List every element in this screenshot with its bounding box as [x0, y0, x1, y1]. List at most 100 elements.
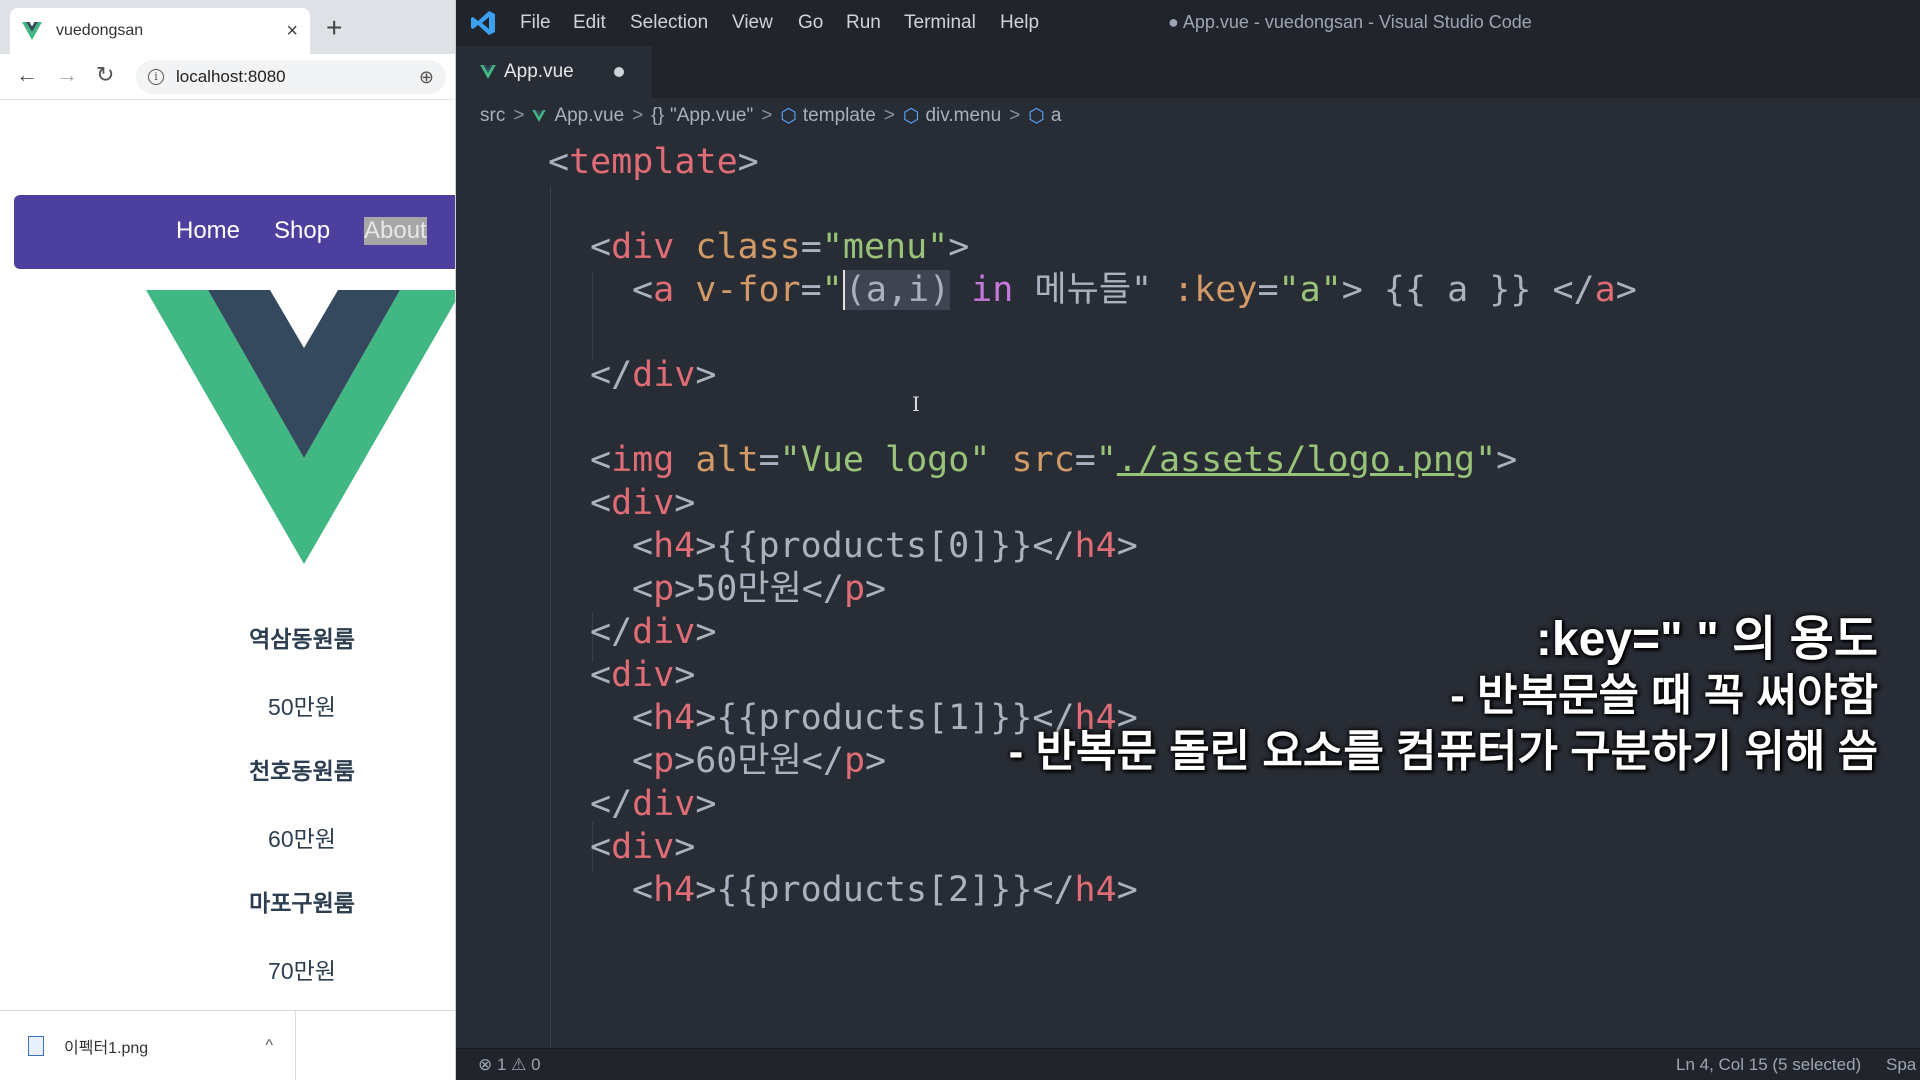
code-token: h4: [653, 698, 696, 738]
menu-terminal[interactable]: Terminal: [904, 12, 976, 34]
breadcrumb: src > App.vue > {} "App.vue" > ⬡ templat…: [480, 102, 1061, 130]
code-token: v-for: [695, 270, 801, 310]
code-token: <: [590, 827, 612, 867]
code-token: </: [1032, 870, 1075, 910]
problems-indicator[interactable]: ⊗ 1 ⚠ 0: [478, 1055, 541, 1075]
code-token: <: [632, 741, 654, 781]
breadcrumb-div-menu[interactable]: div.menu: [925, 105, 1001, 127]
code-token: h4: [653, 870, 696, 910]
breadcrumb-script[interactable]: "App.vue": [670, 105, 753, 127]
caption-line: - 반복문쓸 때 꼭 써야함: [1450, 671, 1878, 720]
code-token: ": [1095, 440, 1117, 480]
editor-tab-bar: App.vue: [456, 46, 1920, 98]
code-token: a: [653, 270, 675, 310]
code-token: >: [1116, 526, 1138, 566]
breadcrumb-separator-icon: >: [632, 105, 644, 126]
vue-file-icon: [480, 65, 496, 79]
menu-link-shop[interactable]: Shop: [274, 217, 330, 245]
code-token: </: [801, 741, 844, 781]
window-title: ● App.vue - vuedongsan - Visual Studio C…: [1168, 12, 1532, 32]
browser-tab[interactable]: vuedongsan ×: [10, 8, 310, 54]
breadcrumb-separator-icon: >: [883, 105, 895, 126]
code-token: =: [800, 227, 822, 267]
code-token: {{products[2]}}: [716, 870, 1033, 910]
address-url[interactable]: localhost:8080: [176, 67, 419, 87]
vscode-window: File Edit Selection View Go Run Terminal…: [456, 0, 1920, 1080]
code-editor[interactable]: <template> <div class="menu"> <a v-for="…: [456, 136, 1920, 1048]
breadcrumb-file[interactable]: App.vue: [554, 105, 624, 127]
title-bar: File Edit Selection View Go Run Terminal…: [456, 0, 1920, 46]
code-token: =: [1257, 270, 1279, 310]
code-token: src: [990, 440, 1075, 480]
code-token: >: [674, 569, 696, 609]
product-price: 60만원: [268, 826, 336, 852]
reload-icon[interactable]: ↻: [96, 64, 114, 86]
code-token: </: [1552, 270, 1595, 310]
editor-tab-app-vue[interactable]: App.vue: [456, 46, 652, 98]
code-link[interactable]: ./assets/logo.png: [1117, 440, 1475, 480]
code-line[interactable]: <img alt="Vue logo" src="./assets/logo.p…: [590, 434, 1517, 486]
zoom-icon[interactable]: ⊕: [419, 67, 434, 88]
vue-favicon-icon: [22, 22, 42, 40]
unsaved-dot-icon[interactable]: [614, 67, 624, 77]
breadcrumb-template[interactable]: template: [803, 105, 876, 127]
code-token: <: [632, 526, 654, 566]
breadcrumb-separator-icon: >: [1009, 105, 1021, 126]
code-token: class: [695, 227, 801, 267]
back-arrow-icon[interactable]: ←: [16, 64, 38, 86]
site-info-icon[interactable]: i: [148, 69, 164, 85]
editor-tab-label: App.vue: [504, 61, 574, 82]
forward-arrow-icon[interactable]: →: [56, 64, 78, 86]
code-token: <: [590, 655, 612, 695]
code-token: <: [590, 483, 612, 523]
code-token: >: [695, 526, 717, 566]
indentation-indicator[interactable]: Spa: [1886, 1055, 1916, 1075]
status-bar: ⊗ 1 ⚠ 0 Ln 4, Col 15 (5 selected) Spa: [456, 1048, 1920, 1080]
menu-link-about[interactable]: About: [364, 217, 427, 245]
code-token: h4: [1074, 870, 1117, 910]
menu-view[interactable]: View: [732, 12, 773, 34]
code-token: p: [843, 569, 866, 609]
menu-edit[interactable]: Edit: [573, 12, 606, 34]
menu-help[interactable]: Help: [1000, 12, 1039, 34]
address-bar[interactable]: i localhost:8080 ⊕: [136, 60, 446, 94]
cursor-position[interactable]: Ln 4, Col 15 (5 selected): [1676, 1055, 1861, 1075]
code-token: {{products[1]}}: [716, 698, 1033, 738]
code-line-current[interactable]: <a v-for="(a,i) in 메뉴들" :key="a"> {{ a }…: [632, 264, 1637, 316]
code-token: </: [590, 784, 633, 824]
code-token: div: [611, 655, 675, 695]
code-token: >: [695, 612, 717, 652]
code-token: 50만원: [695, 569, 802, 609]
menu-selection[interactable]: Selection: [630, 12, 708, 34]
download-bar: 이펙터1.png ^: [0, 1010, 455, 1080]
code-line[interactable]: <h4>{{products[2]}}</h4>: [632, 864, 1138, 916]
breadcrumb-a[interactable]: a: [1051, 105, 1062, 127]
code-token: {{products[0]}}: [716, 526, 1033, 566]
code-line[interactable]: <template>: [548, 136, 759, 188]
cube-icon: ⬡: [1028, 105, 1045, 127]
menu-file[interactable]: File: [520, 12, 551, 34]
code-token: </: [590, 612, 633, 652]
indent-guide: [550, 186, 551, 1048]
code-token: p: [653, 741, 675, 781]
download-item[interactable]: 이펙터1.png ^: [0, 1011, 296, 1080]
code-line[interactable]: </div>: [590, 349, 716, 401]
menu-go[interactable]: Go: [798, 12, 823, 34]
code-token: a: [1594, 270, 1616, 310]
close-tab-icon[interactable]: ×: [286, 20, 298, 43]
code-token: div: [611, 483, 675, 523]
code-token: =: [800, 270, 822, 310]
menu-link-home[interactable]: Home: [176, 217, 240, 245]
code-token: img: [611, 440, 675, 480]
breadcrumb-src[interactable]: src: [480, 105, 505, 127]
chevron-up-icon[interactable]: ^: [265, 1037, 273, 1055]
braces-icon: {}: [651, 105, 664, 126]
code-token: >: [674, 655, 696, 695]
menu-run[interactable]: Run: [846, 12, 881, 34]
breadcrumb-separator-icon: >: [761, 105, 773, 126]
new-tab-icon[interactable]: +: [326, 14, 342, 42]
browser-toolbar: ← → ↻ i localhost:8080 ⊕: [0, 54, 455, 100]
code-token: >: [674, 827, 696, 867]
code-token: >: [1116, 870, 1138, 910]
indent-guide: [592, 271, 593, 361]
